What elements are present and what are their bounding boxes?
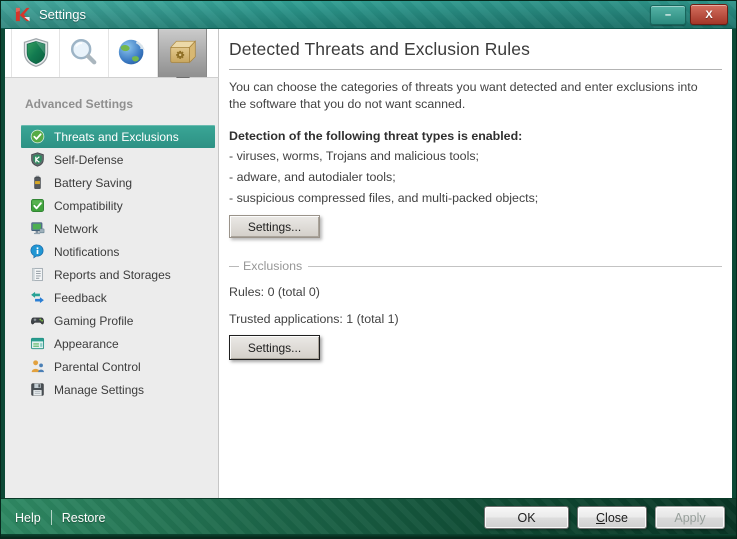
threat-settings-button[interactable]: Settings... [229, 215, 320, 238]
tab-update[interactable] [109, 29, 158, 77]
exclusions-settings-button[interactable]: Settings... [229, 335, 320, 360]
sidebar-item-manage-settings[interactable]: Manage Settings [21, 378, 215, 401]
sidebar-header: Advanced Settings [25, 97, 218, 111]
sidebar-item-label: Parental Control [54, 360, 141, 374]
sidebar-item-compatibility[interactable]: Compatibility [21, 194, 215, 217]
sidebar-item-threats-and-exclusions[interactable]: Threats and Exclusions [21, 125, 215, 148]
title-separator [229, 69, 722, 70]
help-link[interactable]: Help [15, 511, 41, 525]
monitor-icon [29, 221, 45, 237]
sidebar-item-label: Compatibility [54, 199, 123, 213]
sidebar-item-label: Gaming Profile [54, 314, 133, 328]
threat-type-line: - viruses, worms, Trojans and malicious … [229, 149, 722, 164]
gamepad-icon [29, 313, 45, 329]
footer-links: Help Restore [15, 510, 106, 525]
sidebar: Advanced Settings Threats and Exclusions… [5, 78, 219, 498]
page-description: You can choose the categories of threats… [229, 79, 715, 113]
legend-line [308, 266, 722, 267]
titlebar: Settings – X [1, 1, 736, 29]
sidebar-item-label: Feedback [54, 291, 107, 305]
sidebar-item-label: Notifications [54, 245, 119, 259]
sidebar-item-label: Battery Saving [54, 176, 132, 190]
globe-icon [116, 36, 150, 70]
shield-icon [20, 36, 52, 70]
close-dialog-button[interactable]: Close [577, 506, 647, 529]
sidebar-item-gaming-profile[interactable]: Gaming Profile [21, 309, 215, 332]
sidebar-item-label: Appearance [54, 337, 119, 351]
settings-box-icon [166, 36, 200, 70]
magnifier-icon [67, 36, 101, 70]
apply-button[interactable]: Apply [655, 506, 725, 529]
settings-window: Settings – X Advanced Settings Threats a… [0, 0, 737, 539]
report-icon [29, 267, 45, 283]
main-area: Advanced Settings Threats and Exclusions… [5, 29, 732, 498]
kaspersky-logo-icon [14, 6, 31, 23]
sidebar-item-feedback[interactable]: Feedback [21, 286, 215, 309]
footer-buttons: OK Close Apply [484, 506, 725, 529]
window-bottom-edge [1, 534, 736, 538]
rules-count: Rules: 0 (total 0) [229, 285, 722, 299]
sidebar-list: Threats and Exclusions Self-Defense Batter… [5, 125, 218, 401]
floppy-icon [29, 382, 45, 398]
restore-link[interactable]: Restore [62, 511, 106, 525]
threat-type-line: - suspicious compressed files, and multi… [229, 191, 722, 206]
sidebar-item-notifications[interactable]: Notifications [21, 240, 215, 263]
window-icon [29, 336, 45, 352]
sidebar-item-self-defense[interactable]: Self-Defense [21, 148, 215, 171]
detection-heading: Detection of the following threat types … [229, 129, 722, 143]
sidebar-item-battery-saving[interactable]: Battery Saving [21, 171, 215, 194]
window-controls: – X [650, 5, 728, 25]
compatibility-check-icon [29, 198, 45, 214]
window-title: Settings [39, 7, 86, 22]
sidebar-item-label: Manage Settings [54, 383, 144, 397]
sidebar-item-label: Self-Defense [54, 153, 123, 167]
exclusions-group-legend: Exclusions [229, 259, 722, 273]
sidebar-item-network[interactable]: Network [21, 217, 215, 240]
tab-bar [5, 29, 219, 78]
sidebar-item-reports-and-storages[interactable]: Reports and Storages [21, 263, 215, 286]
trusted-applications-count: Trusted applications: 1 (total 1) [229, 312, 722, 326]
minimize-button[interactable]: – [650, 5, 686, 25]
close-button[interactable]: X [690, 4, 728, 25]
sidebar-item-label: Network [54, 222, 98, 236]
exclusions-legend-label: Exclusions [243, 259, 302, 273]
tab-protection[interactable] [11, 29, 60, 77]
tab-advanced-settings[interactable] [158, 29, 207, 77]
content-panel: Detected Threats and Exclusion Rules You… [220, 29, 732, 498]
shield-k-icon [29, 152, 45, 168]
page-title: Detected Threats and Exclusion Rules [229, 39, 722, 60]
legend-dash [229, 266, 239, 267]
threat-type-list: - viruses, worms, Trojans and malicious … [229, 149, 722, 206]
ok-button[interactable]: OK [484, 506, 569, 529]
footer-bar: Help Restore OK Close Apply [1, 498, 736, 536]
feedback-arrows-icon [29, 290, 45, 306]
check-circle-icon [29, 129, 45, 145]
sidebar-item-label: Threats and Exclusions [54, 130, 179, 144]
battery-icon [29, 175, 45, 191]
threat-type-line: - adware, and autodialer tools; [229, 170, 722, 185]
parental-icon [29, 359, 45, 375]
footer-link-divider [51, 510, 52, 525]
notification-bubble-icon [29, 244, 45, 260]
sidebar-item-label: Reports and Storages [54, 268, 171, 282]
sidebar-item-appearance[interactable]: Appearance [21, 332, 215, 355]
tab-scan[interactable] [60, 29, 109, 77]
sidebar-item-parental-control[interactable]: Parental Control [21, 355, 215, 378]
